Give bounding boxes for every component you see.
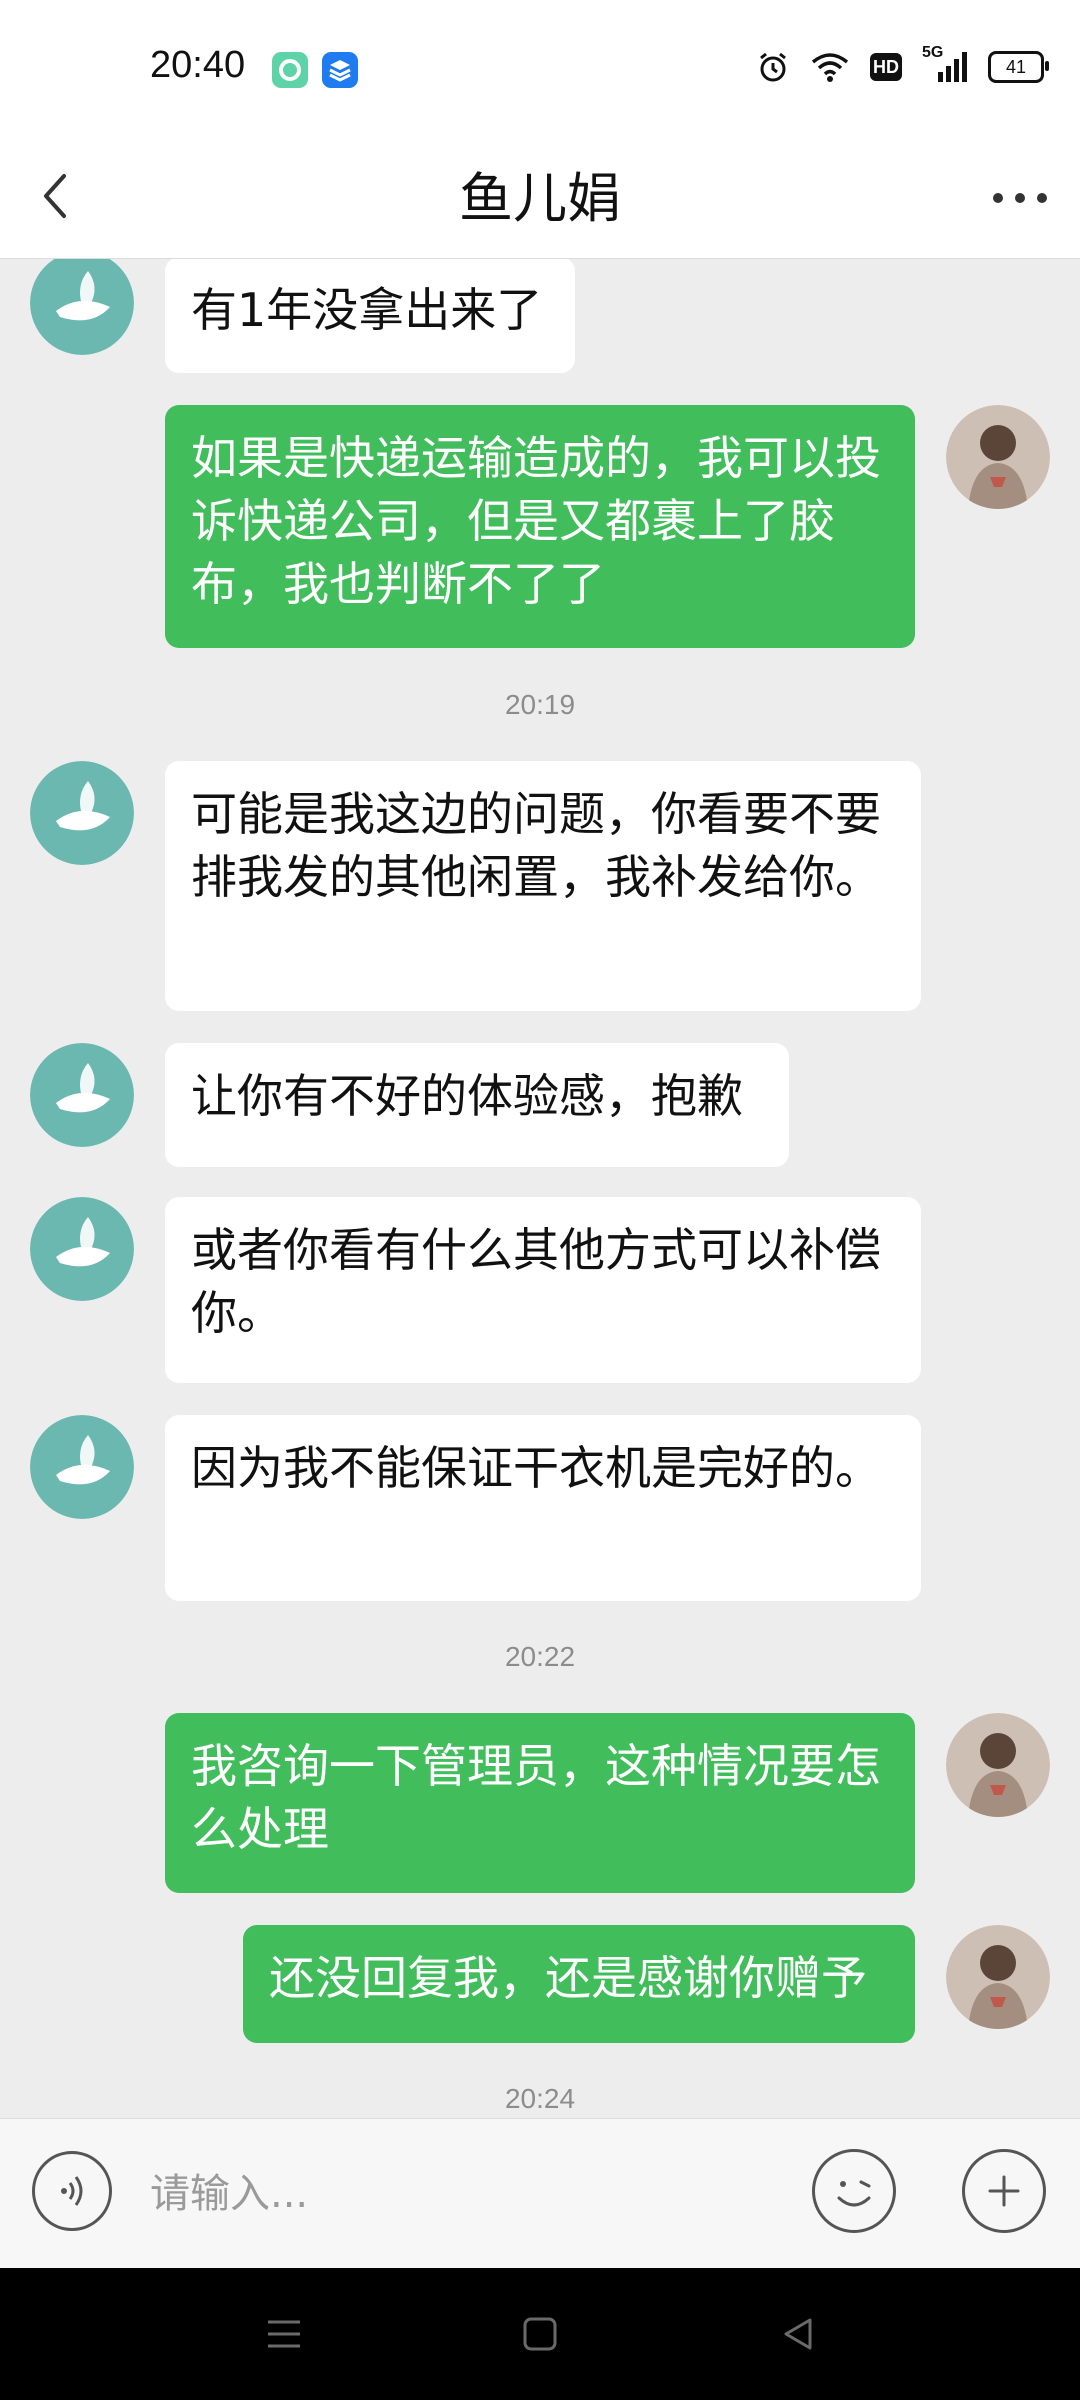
emoji-icon bbox=[837, 2180, 871, 2207]
message-list[interactable]: 有1年没拿出来了 如果是快递运输造成的，我可以投诉快递公司，但是又都裹上了胶布，… bbox=[0, 259, 1080, 2117]
avatar[interactable] bbox=[30, 259, 134, 355]
plus-button[interactable] bbox=[962, 2149, 1046, 2233]
avatar[interactable] bbox=[946, 1713, 1050, 1817]
back-triangle-icon[interactable] bbox=[776, 2312, 820, 2356]
message-input[interactable] bbox=[148, 2153, 772, 2235]
avatar[interactable] bbox=[30, 1197, 134, 1301]
status-bar: 20:40 HD 5G 41 bbox=[0, 0, 1080, 140]
5g-signal-icon: 5G bbox=[922, 44, 968, 84]
system-nav-bar bbox=[0, 2268, 1080, 2400]
chat-header: 鱼儿娟 bbox=[0, 140, 1080, 259]
alarm-icon bbox=[760, 52, 786, 82]
message-bubble-outgoing[interactable]: 如果是快递运输造成的，我可以投诉快递公司，但是又都裹上了胶布，我也判断不了了 bbox=[165, 405, 915, 648]
more-horizontal-icon[interactable] bbox=[984, 168, 1056, 228]
avatar[interactable] bbox=[30, 1415, 134, 1519]
avatar[interactable] bbox=[30, 761, 134, 865]
message-bubble-incoming[interactable]: 可能是我这边的问题，你看要不要排我发的其他闲置，我补发给你。 bbox=[165, 761, 921, 1011]
timestamp: 20:19 bbox=[504, 689, 576, 720]
green-app-icon bbox=[272, 52, 308, 88]
message-bubble-outgoing[interactable]: 还没回复我，还是感谢你赠予 bbox=[243, 1925, 915, 2043]
message-bubble-outgoing[interactable]: 我咨询一下管理员，这种情况要怎么处理 bbox=[165, 1713, 915, 1893]
battery-icon: 41 bbox=[988, 51, 1049, 83]
message-bubble-incoming[interactable]: 有1年没拿出来了 bbox=[165, 259, 575, 373]
hd-icon: HD bbox=[870, 53, 902, 81]
message-bubble-incoming[interactable]: 或者你看有什么其他方式可以补偿你。 bbox=[165, 1197, 921, 1383]
wifi-icon bbox=[811, 53, 849, 82]
plus-icon bbox=[988, 2175, 1020, 2207]
page-title: 鱼儿娟 bbox=[459, 167, 621, 230]
avatar[interactable] bbox=[30, 1043, 134, 1147]
blue-app-icon bbox=[322, 52, 358, 88]
input-bar bbox=[0, 2118, 1080, 2269]
message-bubble-incoming[interactable]: 让你有不好的体验感，抱歉 bbox=[165, 1043, 789, 1167]
avatar[interactable] bbox=[946, 405, 1050, 509]
voice-icon bbox=[61, 2176, 83, 2206]
message-bubble-incoming[interactable]: 因为我不能保证干衣机是完好的。 bbox=[165, 1415, 921, 1601]
timestamp: 20:22 bbox=[504, 1641, 576, 1672]
voice-button[interactable] bbox=[32, 2151, 112, 2231]
timestamp: 20:24 bbox=[504, 2083, 576, 2114]
status-time: 20:40 bbox=[150, 44, 246, 86]
emoji-button[interactable] bbox=[812, 2149, 896, 2233]
home-icon[interactable] bbox=[518, 2312, 562, 2356]
avatar[interactable] bbox=[946, 1925, 1050, 2029]
menu-icon[interactable] bbox=[262, 2312, 306, 2356]
